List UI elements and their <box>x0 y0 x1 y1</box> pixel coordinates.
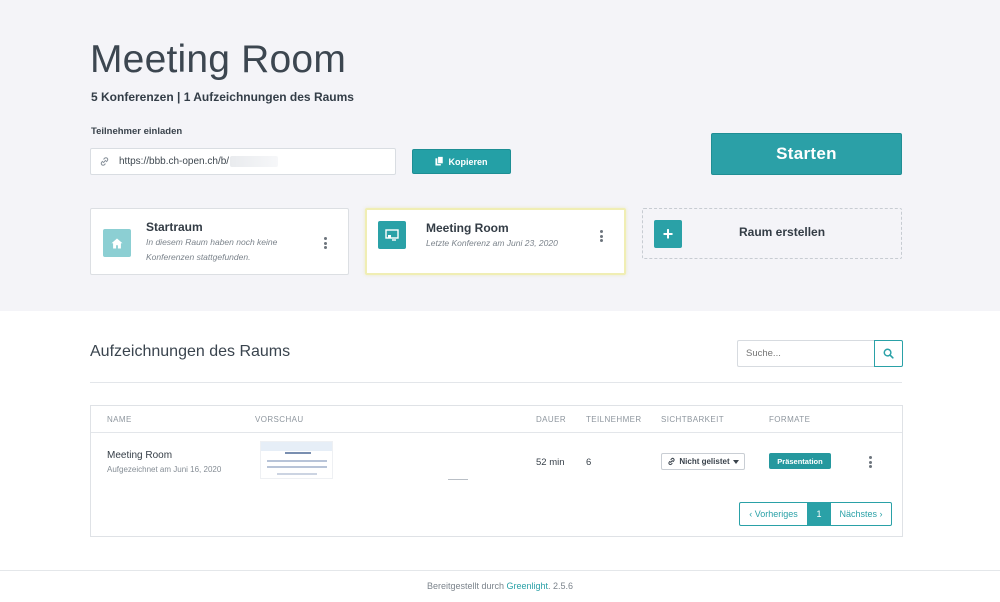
search-input[interactable] <box>737 340 874 367</box>
section-divider <box>90 382 902 383</box>
link-icon <box>91 149 117 174</box>
pagination-next[interactable]: Nächstes › <box>830 502 892 526</box>
column-header-formats: FORMATE <box>769 415 811 424</box>
invite-url-field[interactable]: https://bbb.ch-open.ch/b/ <box>90 148 396 175</box>
copy-button-label: Kopieren <box>448 156 488 167</box>
preview-placeholder <box>448 479 468 480</box>
redacted-url-part <box>230 156 279 167</box>
footer-prefix: Bereitgestellt durch <box>426 581 504 591</box>
create-room-card[interactable]: + Raum erstellen <box>642 208 902 259</box>
footer: Bereitgestellt durch Greenlight. 2.5.6 <box>0 581 1000 591</box>
link-icon <box>668 457 675 466</box>
page-title: Meeting Room <box>90 38 347 81</box>
invite-url-text: https://bbb.ch-open.ch/b/ <box>119 156 230 167</box>
pagination: ‹ Vorheriges 1 Nächstes › <box>739 502 892 526</box>
room-card-name: Startraum <box>146 220 203 234</box>
footer-version: . 2.5.6 <box>548 581 574 591</box>
pagination-page-current[interactable]: 1 <box>808 502 830 526</box>
column-header-duration: DAUER <box>536 415 567 424</box>
column-header-participants: TEILNEHMER <box>586 415 642 424</box>
search-icon <box>883 348 894 359</box>
home-icon <box>103 229 131 257</box>
room-card-meeting-room[interactable]: Meeting Room Letzte Konferenz am Juni 23… <box>365 208 626 275</box>
format-presentation-button[interactable]: Präsentation <box>769 453 831 469</box>
footer-divider <box>0 570 1000 571</box>
room-card-description: Letzte Konferenz am Juni 23, 2020 <box>426 238 558 248</box>
room-header-section: Meeting Room 5 Konferenzen | 1 Aufzeichn… <box>0 0 1000 311</box>
create-room-label: Raum erstellen <box>739 225 826 239</box>
visibility-label: Nicht gelistet <box>679 457 730 466</box>
room-options-icon[interactable] <box>596 228 606 244</box>
pagination-previous[interactable]: ‹ Vorheriges <box>739 502 808 526</box>
column-header-visibility: SICHTBARKEIT <box>661 415 725 424</box>
recordings-table: NAME VORSCHAU DAUER TEILNEHMER SICHTBARK… <box>90 405 903 537</box>
greenlight-link[interactable]: Greenlight <box>507 581 549 591</box>
start-button[interactable]: Starten <box>711 133 902 175</box>
room-card-description: In diesem Raum haben noch keine Konferen… <box>146 237 278 262</box>
recording-duration: 52 min <box>536 457 565 468</box>
table-header: NAME VORSCHAU DAUER TEILNEHMER SICHTBARK… <box>91 406 902 433</box>
search-button[interactable] <box>874 340 903 367</box>
recording-preview-thumbnail[interactable] <box>260 441 333 479</box>
copy-button[interactable]: Kopieren <box>412 149 511 174</box>
recordings-title: Aufzeichnungen des Raums <box>90 343 291 360</box>
invite-label: Teilnehmer einladen <box>91 126 183 137</box>
column-header-preview: VORSCHAU <box>255 415 304 424</box>
recording-name: Meeting Room <box>107 450 173 461</box>
recording-options-icon[interactable] <box>865 454 875 470</box>
plus-icon: + <box>654 220 682 248</box>
recording-participants: 6 <box>586 457 592 468</box>
room-options-icon[interactable] <box>320 235 330 251</box>
column-header-name: NAME <box>107 415 132 424</box>
copy-icon <box>435 155 444 168</box>
room-card-name: Meeting Room <box>426 221 509 235</box>
caret-down-icon <box>732 459 739 464</box>
presentation-icon <box>378 221 406 249</box>
recording-date: Aufgezeichnet am Juni 16, 2020 <box>107 465 222 474</box>
room-card-startraum[interactable]: Startraum In diesem Raum haben noch kein… <box>90 208 349 275</box>
recordings-search <box>737 340 903 367</box>
room-stats: 5 Konferenzen | 1 Aufzeichnungen des Rau… <box>91 90 354 104</box>
visibility-dropdown[interactable]: Nicht gelistet <box>661 453 745 470</box>
